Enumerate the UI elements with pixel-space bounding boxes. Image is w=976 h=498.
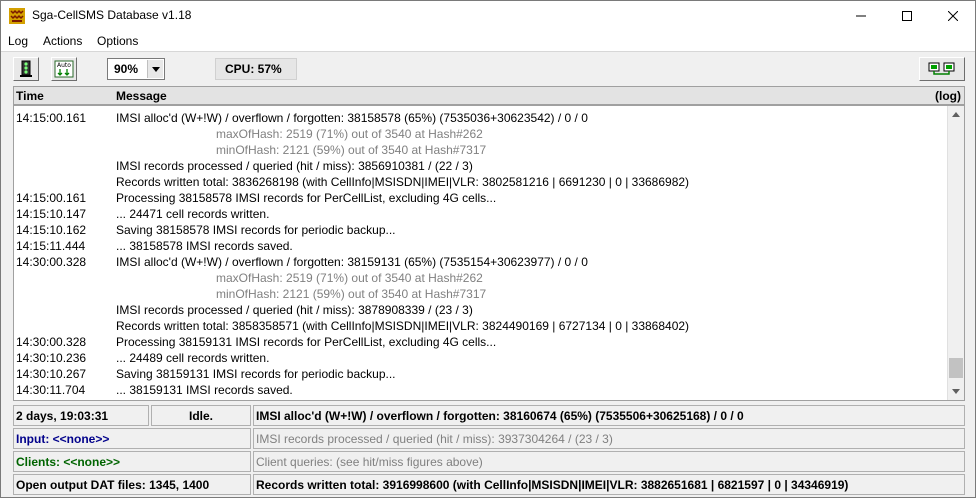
status-processed: IMSI records processed / queried (hit / … [253,428,965,449]
scroll-thumb[interactable] [949,358,963,378]
traffic-light-icon [20,60,32,77]
status-state: Idle. [151,405,251,426]
log-time: 14:15:00.161 [16,191,87,205]
log-message: Processing 38159131 IMSI records for Per… [116,335,497,349]
column-message[interactable]: Message [116,89,167,103]
log-row[interactable]: 14:30:11.704 ... 38159131 IMSI records sa… [14,382,948,398]
log-row[interactable]: 14:30:10.267 Saving 38159131 IMSI records… [14,366,948,382]
log-message: IMSI alloc'd (W+!W) / overflown / forgot… [116,111,588,125]
app-icon[interactable] [9,8,25,24]
scroll-down-icon[interactable] [948,383,964,400]
log-message: Saving 38159131 IMSI records for periodi… [116,367,396,381]
log-row[interactable]: Records written total: 3836268198 (with … [14,174,948,190]
maximize-icon [902,11,912,21]
network-button[interactable] [919,57,965,81]
log-header: Time Message (log) [13,86,965,105]
log-row[interactable]: 14:30:00.328 Processing 38159131 IMSI rec… [14,334,948,350]
log-row[interactable]: 14:15:10.162 Saving 38158578 IMSI records… [14,222,948,238]
log-row[interactable]: 14:30:10.236 ... 24489 cell records writt… [14,350,948,366]
log-time: 14:30:11.704 [16,383,86,397]
zoom-value: 90% [114,62,139,76]
status-open-files: Open output DAT files: 1345, 1400 [13,474,251,495]
window-title: Sga-CellSMS Database v1.18 [32,8,192,22]
minimize-button[interactable] [838,1,884,31]
auto-button[interactable]: Auto [51,57,77,81]
log-row[interactable]: Records written total: 3858358571 (with … [14,318,948,334]
log-row[interactable]: maxOfHash: 2519 (71%) out of 3540 at Has… [14,126,948,142]
log-message: minOfHash: 2121 (59%) out of 3540 at Has… [216,143,487,157]
log-message: Records written total: 3836268198 (with … [116,175,690,189]
close-button[interactable] [930,1,976,31]
log-message: maxOfHash: 2519 (71%) out of 3540 at Has… [216,271,483,285]
log-message: maxOfHash: 2519 (71%) out of 3540 at Has… [216,127,483,141]
log-message: ... 38159131 IMSI records saved. [116,383,293,397]
log-time: 14:15:10.147 [16,207,87,221]
status-clients: Clients: <<none>> [13,451,251,472]
log-row[interactable]: 14:30:00.328 IMSI alloc'd (W+!W) / overfl… [14,254,948,270]
log-time: 14:15:10.162 [16,223,87,237]
column-log[interactable]: (log) [935,89,961,103]
status-records-written: Records written total: 3916998600 (with … [253,474,965,495]
log-list[interactable]: 14:15:00.161 IMSI alloc'd (W+!W) / overfl… [13,105,965,401]
log-message: ... 24471 cell records written. [116,207,270,221]
log-message: ... 24489 cell records written. [116,351,270,365]
maximize-button[interactable] [884,1,930,31]
log-row[interactable]: 14:15:00.161 IMSI alloc'd (W+!W) / overfl… [14,110,948,126]
log-message: minOfHash: 2121 (59%) out of 3540 at Has… [216,287,487,301]
column-time[interactable]: Time [16,89,44,103]
log-row[interactable]: minOfHash: 2121 (59%) out of 3540 at Has… [14,286,948,302]
log-row[interactable]: IMSI records processed / queried (hit / … [14,158,948,174]
toolbar: Auto 90% CPU: 57% [1,51,975,85]
log-time: 14:15:11.444 [16,239,86,253]
menu-options[interactable]: Options [97,34,138,48]
log-time: 14:30:00.328 [16,255,87,269]
log-message: Records written total: 3858358571 (with … [116,319,690,333]
status-alloc: IMSI alloc'd (W+!W) / overflown / forgot… [253,405,965,426]
traffic-light-button[interactable] [13,57,39,81]
log-message: Saving 38158578 IMSI records for periodi… [116,223,396,237]
menu-log[interactable]: Log [8,34,28,48]
status-input: Input: <<none>> [13,428,251,449]
main-window: Sga-CellSMS Database v1.18 Log Actions O… [0,0,976,498]
status-client-queries: Client queries: (see hit/miss figures ab… [253,451,965,472]
log-message: IMSI records processed / queried (hit / … [116,159,473,173]
menu-actions[interactable]: Actions [43,34,82,48]
log-time: 14:30:10.267 [16,367,87,381]
log-message: IMSI alloc'd (W+!W) / overflown / forgot… [116,255,588,269]
title-bar[interactable]: Sga-CellSMS Database v1.18 [1,1,975,31]
menu-bar: Log Actions Options [1,31,975,51]
log-row[interactable]: minOfHash: 2121 (59%) out of 3540 at Has… [14,142,948,158]
auto-icon: Auto [54,60,74,78]
log-row[interactable]: IMSI records processed / queried (hit / … [14,302,948,318]
log-time: 14:30:10.236 [16,351,87,365]
cpu-indicator: CPU: 57% [215,58,297,80]
network-icon [928,62,955,75]
vertical-scrollbar[interactable] [947,106,964,400]
chevron-down-icon[interactable] [147,60,163,78]
log-message: Processing 38158578 IMSI records for Per… [116,191,497,205]
log-row[interactable]: 14:15:10.147 ... 24471 cell records writt… [14,206,948,222]
log-row[interactable]: 14:15:11.444 ... 38158578 IMSI records sa… [14,238,948,254]
log-time: 14:30:00.328 [16,335,87,349]
log-time: 14:15:00.161 [16,111,87,125]
status-uptime: 2 days, 19:03:31 [13,405,149,426]
log-message: ... 38158578 IMSI records saved. [116,239,293,253]
log-row[interactable]: maxOfHash: 2519 (71%) out of 3540 at Has… [14,270,948,286]
scroll-up-icon[interactable] [948,106,964,123]
zoom-select[interactable]: 90% [107,58,165,80]
svg-text:Auto: Auto [57,62,71,69]
log-rows: 14:15:00.161 IMSI alloc'd (W+!W) / overfl… [14,110,948,398]
close-icon [948,11,958,21]
minimize-icon [856,15,866,17]
log-message: IMSI records processed / queried (hit / … [116,303,473,317]
log-row[interactable]: 14:15:00.161 Processing 38158578 IMSI rec… [14,190,948,206]
